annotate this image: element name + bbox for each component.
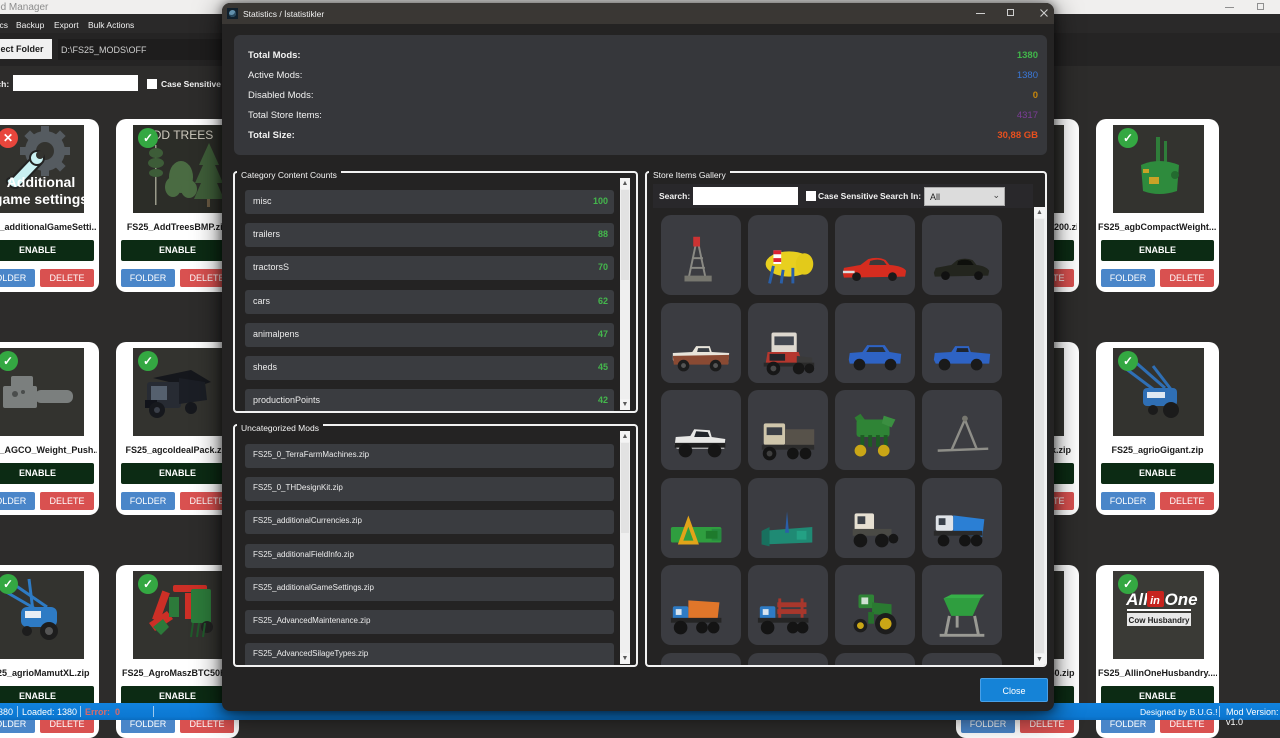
svg-text:DD TREES: DD TREES [153,128,213,142]
svg-text:Cow Husbandry: Cow Husbandry [1129,616,1190,625]
svg-text:in: in [1150,595,1160,607]
svg-text:One: One [1164,590,1197,609]
svg-text:game settings: game settings [0,191,84,207]
svg-text:Additional: Additional [7,174,75,190]
